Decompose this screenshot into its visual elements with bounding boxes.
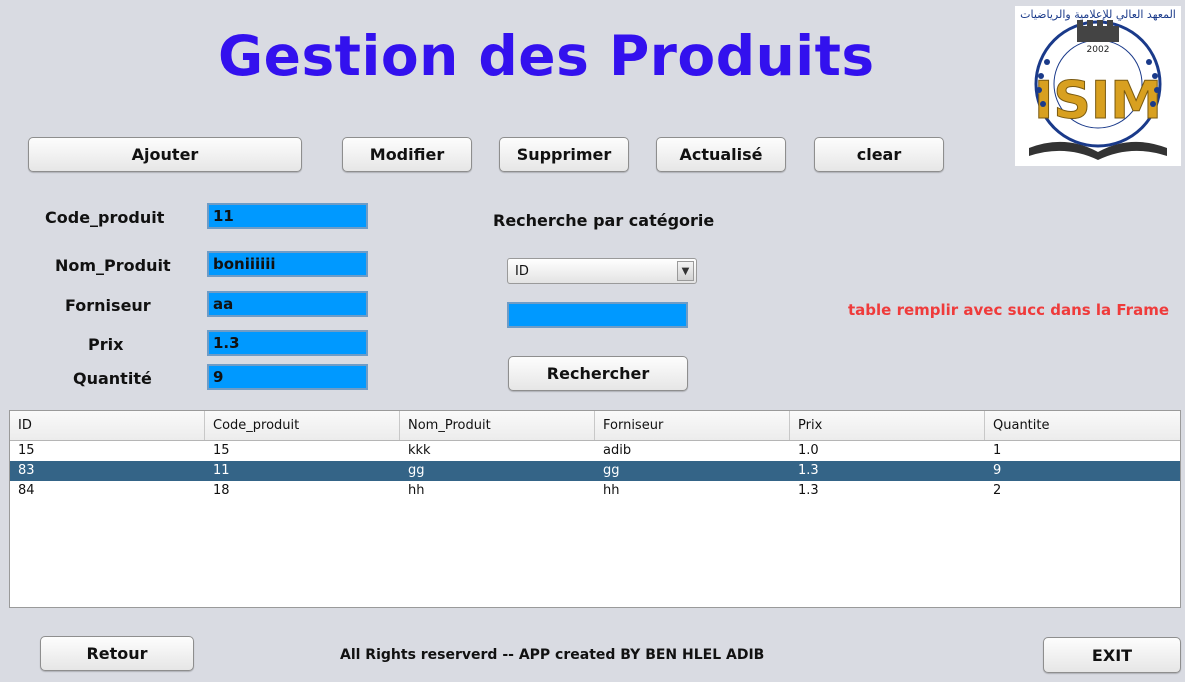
table-row-selected[interactable]: 83 11 gg gg 1.3 9: [10, 461, 1180, 481]
prix-label: Prix: [88, 335, 124, 354]
column-header-quantite[interactable]: Quantite: [985, 411, 1180, 440]
search-label: Recherche par catégorie: [493, 211, 715, 230]
table-cell: hh: [603, 483, 620, 498]
column-header-id[interactable]: ID: [10, 411, 205, 440]
category-select[interactable]: ID ▼: [507, 258, 697, 284]
table-cell: 1.3: [798, 463, 819, 478]
table-row[interactable]: 84 18 hh hh 1.3 2: [10, 481, 1180, 501]
table-row[interactable]: 15 15 kkk adib 1.0 1: [10, 441, 1180, 461]
search-input[interactable]: [507, 302, 688, 328]
table-cell: gg: [408, 463, 425, 478]
column-header-nom-produit[interactable]: Nom_Produit: [400, 411, 595, 440]
exit-button[interactable]: EXIT: [1043, 637, 1181, 673]
logo-year: 2002: [1087, 45, 1110, 55]
logo-arabic-text: المعهد العالي للإعلامية والرياضيات: [1020, 8, 1176, 21]
retour-button[interactable]: Retour: [40, 636, 194, 671]
table-cell: 1: [993, 443, 1002, 458]
table-cell: 18: [213, 483, 230, 498]
ajouter-button[interactable]: Ajouter: [28, 137, 302, 172]
table-header: ID Code_produit Nom_Produit Forniseur Pr…: [10, 411, 1180, 441]
quantite-input[interactable]: [207, 364, 368, 390]
table-cell: 1.3: [798, 483, 819, 498]
table-cell: 11: [213, 463, 230, 478]
fournisseur-label: Forniseur: [65, 296, 151, 315]
chevron-down-icon[interactable]: ▼: [677, 261, 694, 281]
table-cell: 83: [18, 463, 35, 478]
nom-produit-label: Nom_Produit: [55, 256, 171, 275]
table-cell: kkk: [408, 443, 431, 458]
table-cell: hh: [408, 483, 425, 498]
actualise-button[interactable]: Actualisé: [656, 137, 786, 172]
supprimer-button[interactable]: Supprimer: [499, 137, 629, 172]
rechercher-button[interactable]: Rechercher: [508, 356, 688, 391]
code-produit-input[interactable]: [207, 203, 368, 229]
page-title: Gestion des Produits: [218, 24, 875, 88]
table-cell: adib: [603, 443, 632, 458]
fournisseur-input[interactable]: [207, 291, 368, 317]
column-header-forniseur[interactable]: Forniseur: [595, 411, 790, 440]
code-produit-label: Code_produit: [45, 208, 165, 227]
status-message: table remplir avec succ dans la Frame: [848, 301, 1169, 319]
table-cell: 84: [18, 483, 35, 498]
modifier-button[interactable]: Modifier: [342, 137, 472, 172]
table-cell: 15: [18, 443, 35, 458]
isim-logo: 2002 ISIM المعهد العالي للإعلامية والريا…: [1015, 6, 1181, 166]
clear-button[interactable]: clear: [814, 137, 944, 172]
footer-credits: All Rights reserverd -- APP created BY B…: [340, 647, 765, 663]
logo-text: ISIM: [1034, 71, 1162, 131]
table-cell: gg: [603, 463, 620, 478]
quantite-label: Quantité: [73, 369, 152, 388]
table-cell: 15: [213, 443, 230, 458]
table-cell: 1.0: [798, 443, 819, 458]
table-cell: 9: [993, 463, 1002, 478]
prix-input[interactable]: [207, 330, 368, 356]
category-select-value: ID: [515, 264, 529, 279]
table-cell: 2: [993, 483, 1002, 498]
column-header-prix[interactable]: Prix: [790, 411, 985, 440]
column-header-code-produit[interactable]: Code_produit: [205, 411, 400, 440]
products-table[interactable]: ID Code_produit Nom_Produit Forniseur Pr…: [9, 410, 1181, 608]
nom-produit-input[interactable]: [207, 251, 368, 277]
